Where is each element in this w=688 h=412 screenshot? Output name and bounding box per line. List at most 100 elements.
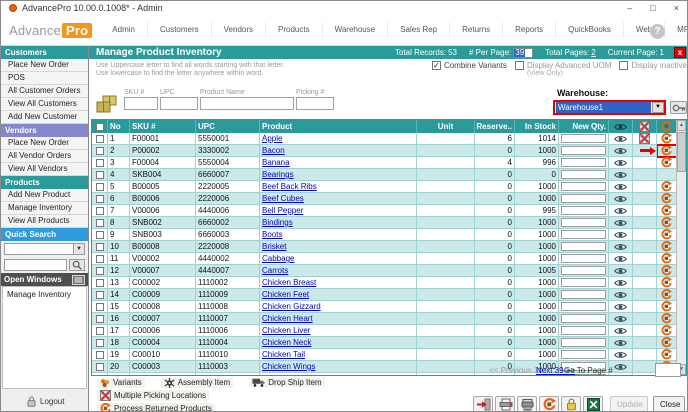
cell-view[interactable] xyxy=(609,301,633,313)
row-checkbox[interactable] xyxy=(92,373,108,376)
sidebar-item-add-new-product[interactable]: Add New Product xyxy=(1,189,88,202)
sidebar-item-place-new-order[interactable]: Place New Order xyxy=(1,137,88,150)
new-qty-input[interactable] xyxy=(561,326,606,335)
row-checkbox[interactable] xyxy=(92,253,108,265)
sidebar-item-pos[interactable]: POS xyxy=(1,72,88,85)
new-qty-input[interactable] xyxy=(561,254,606,263)
minimize-button[interactable]: – xyxy=(627,3,632,13)
chevron-down-icon[interactable]: ▼ xyxy=(652,102,664,113)
upc-input[interactable] xyxy=(160,97,198,110)
row-checkbox[interactable] xyxy=(92,277,108,289)
new-qty-input[interactable] xyxy=(561,338,606,347)
sku-input[interactable] xyxy=(124,97,158,110)
eye-icon[interactable] xyxy=(614,303,627,311)
eye-icon[interactable] xyxy=(614,363,627,371)
cell-returns[interactable] xyxy=(657,157,677,169)
product-link[interactable]: Chicken Breast xyxy=(262,278,316,287)
transfer-button[interactable] xyxy=(473,396,493,412)
product-link[interactable]: Bell Pepper xyxy=(262,206,303,215)
cell-returns[interactable] xyxy=(657,265,677,277)
new-qty-input[interactable] xyxy=(561,146,606,155)
process-returns-button[interactable] xyxy=(539,396,559,412)
product-link[interactable]: Beef Back Ribs xyxy=(262,182,317,191)
cell-returns[interactable] xyxy=(657,325,677,337)
new-qty-input[interactable] xyxy=(561,290,606,299)
window-close-button[interactable]: × xyxy=(674,3,679,13)
process-returns-icon[interactable] xyxy=(661,205,672,216)
process-returns-icon[interactable] xyxy=(661,301,672,312)
quick-search-button[interactable] xyxy=(69,259,85,271)
cell-returns[interactable] xyxy=(657,145,677,157)
quick-search-input[interactable] xyxy=(4,259,67,271)
process-returns-icon[interactable] xyxy=(661,253,672,264)
new-qty-input[interactable] xyxy=(561,134,606,143)
sidebar-item-manage-inventory[interactable]: Manage Inventory xyxy=(1,202,88,215)
product-link[interactable]: Beef Cubes xyxy=(262,194,304,203)
cell-view[interactable] xyxy=(609,277,633,289)
select-all-checkbox[interactable] xyxy=(92,120,108,133)
eye-icon[interactable] xyxy=(614,147,627,155)
product-link[interactable]: Chicken Neck xyxy=(262,338,311,347)
print-button[interactable] xyxy=(517,396,537,412)
new-qty-input[interactable] xyxy=(561,242,606,251)
picking-input[interactable] xyxy=(296,97,334,110)
process-returns-icon[interactable] xyxy=(661,313,672,324)
product-link[interactable]: Bearings xyxy=(262,170,294,179)
cell-view[interactable] xyxy=(609,313,633,325)
row-checkbox[interactable] xyxy=(92,241,108,253)
row-checkbox[interactable] xyxy=(92,217,108,229)
row-checkbox[interactable] xyxy=(92,349,108,361)
product-link[interactable]: Chicken Wings xyxy=(262,362,315,371)
cell-returns[interactable] xyxy=(657,301,677,313)
eye-icon[interactable] xyxy=(614,231,627,239)
new-qty-input[interactable] xyxy=(561,206,606,215)
row-checkbox[interactable] xyxy=(92,157,108,169)
close-button[interactable]: Close xyxy=(653,396,685,412)
print-labels-button[interactable] xyxy=(495,396,515,412)
cell-view[interactable] xyxy=(609,217,633,229)
list-icon[interactable] xyxy=(72,275,85,285)
eye-icon[interactable] xyxy=(614,375,627,377)
menu-item-sales-rep[interactable]: Sales Rep xyxy=(388,22,450,38)
eye-icon[interactable] xyxy=(614,351,627,359)
process-returns-icon[interactable] xyxy=(661,133,672,144)
scrollbar-thumb[interactable] xyxy=(677,132,686,172)
process-returns-icon[interactable] xyxy=(661,337,672,348)
product-link[interactable]: Chicken Feet xyxy=(262,290,309,299)
cell-returns[interactable] xyxy=(657,181,677,193)
cell-view[interactable] xyxy=(609,349,633,361)
cell-returns[interactable] xyxy=(657,193,677,205)
menu-item-admin[interactable]: Admin xyxy=(100,22,148,38)
cell-returns[interactable] xyxy=(657,205,677,217)
cell-view[interactable] xyxy=(609,253,633,265)
cell-view[interactable] xyxy=(609,133,633,145)
update-button[interactable]: Update xyxy=(610,396,648,412)
eye-icon[interactable] xyxy=(614,159,627,167)
new-qty-input[interactable] xyxy=(561,266,606,275)
scroll-up-icon[interactable]: ▲ xyxy=(677,120,686,131)
row-checkbox[interactable] xyxy=(92,145,108,157)
goto-page-input[interactable] xyxy=(655,363,681,377)
product-link[interactable]: Chicken Liver xyxy=(262,326,310,335)
product-link[interactable]: Brisket xyxy=(262,242,286,251)
process-returns-icon[interactable] xyxy=(661,265,672,276)
process-returns-icon[interactable] xyxy=(661,241,672,252)
warehouse-dropdown[interactable]: Warehouse1 ▼ xyxy=(553,100,666,115)
warehouse-key-button[interactable] xyxy=(670,101,687,114)
process-returns-icon[interactable] xyxy=(661,349,672,360)
process-returns-icon[interactable] xyxy=(661,145,672,156)
cell-returns[interactable] xyxy=(657,217,677,229)
row-checkbox[interactable] xyxy=(92,325,108,337)
sidebar-item-view-all-products[interactable]: View All Products xyxy=(1,215,88,228)
row-checkbox[interactable] xyxy=(92,205,108,217)
product-link[interactable]: Cabbage xyxy=(262,254,294,263)
eye-icon[interactable] xyxy=(614,279,627,287)
cell-returns[interactable] xyxy=(657,289,677,301)
cell-returns[interactable] xyxy=(657,349,677,361)
process-returns-icon[interactable] xyxy=(661,181,672,192)
row-checkbox[interactable] xyxy=(92,361,108,373)
sidebar-item-all-vendor-orders[interactable]: All Vendor Orders xyxy=(1,150,88,163)
quick-search-dropdown[interactable]: ▼ xyxy=(4,243,85,255)
product-link[interactable]: Chicken Tail xyxy=(262,350,305,359)
cell-returns[interactable] xyxy=(657,277,677,289)
